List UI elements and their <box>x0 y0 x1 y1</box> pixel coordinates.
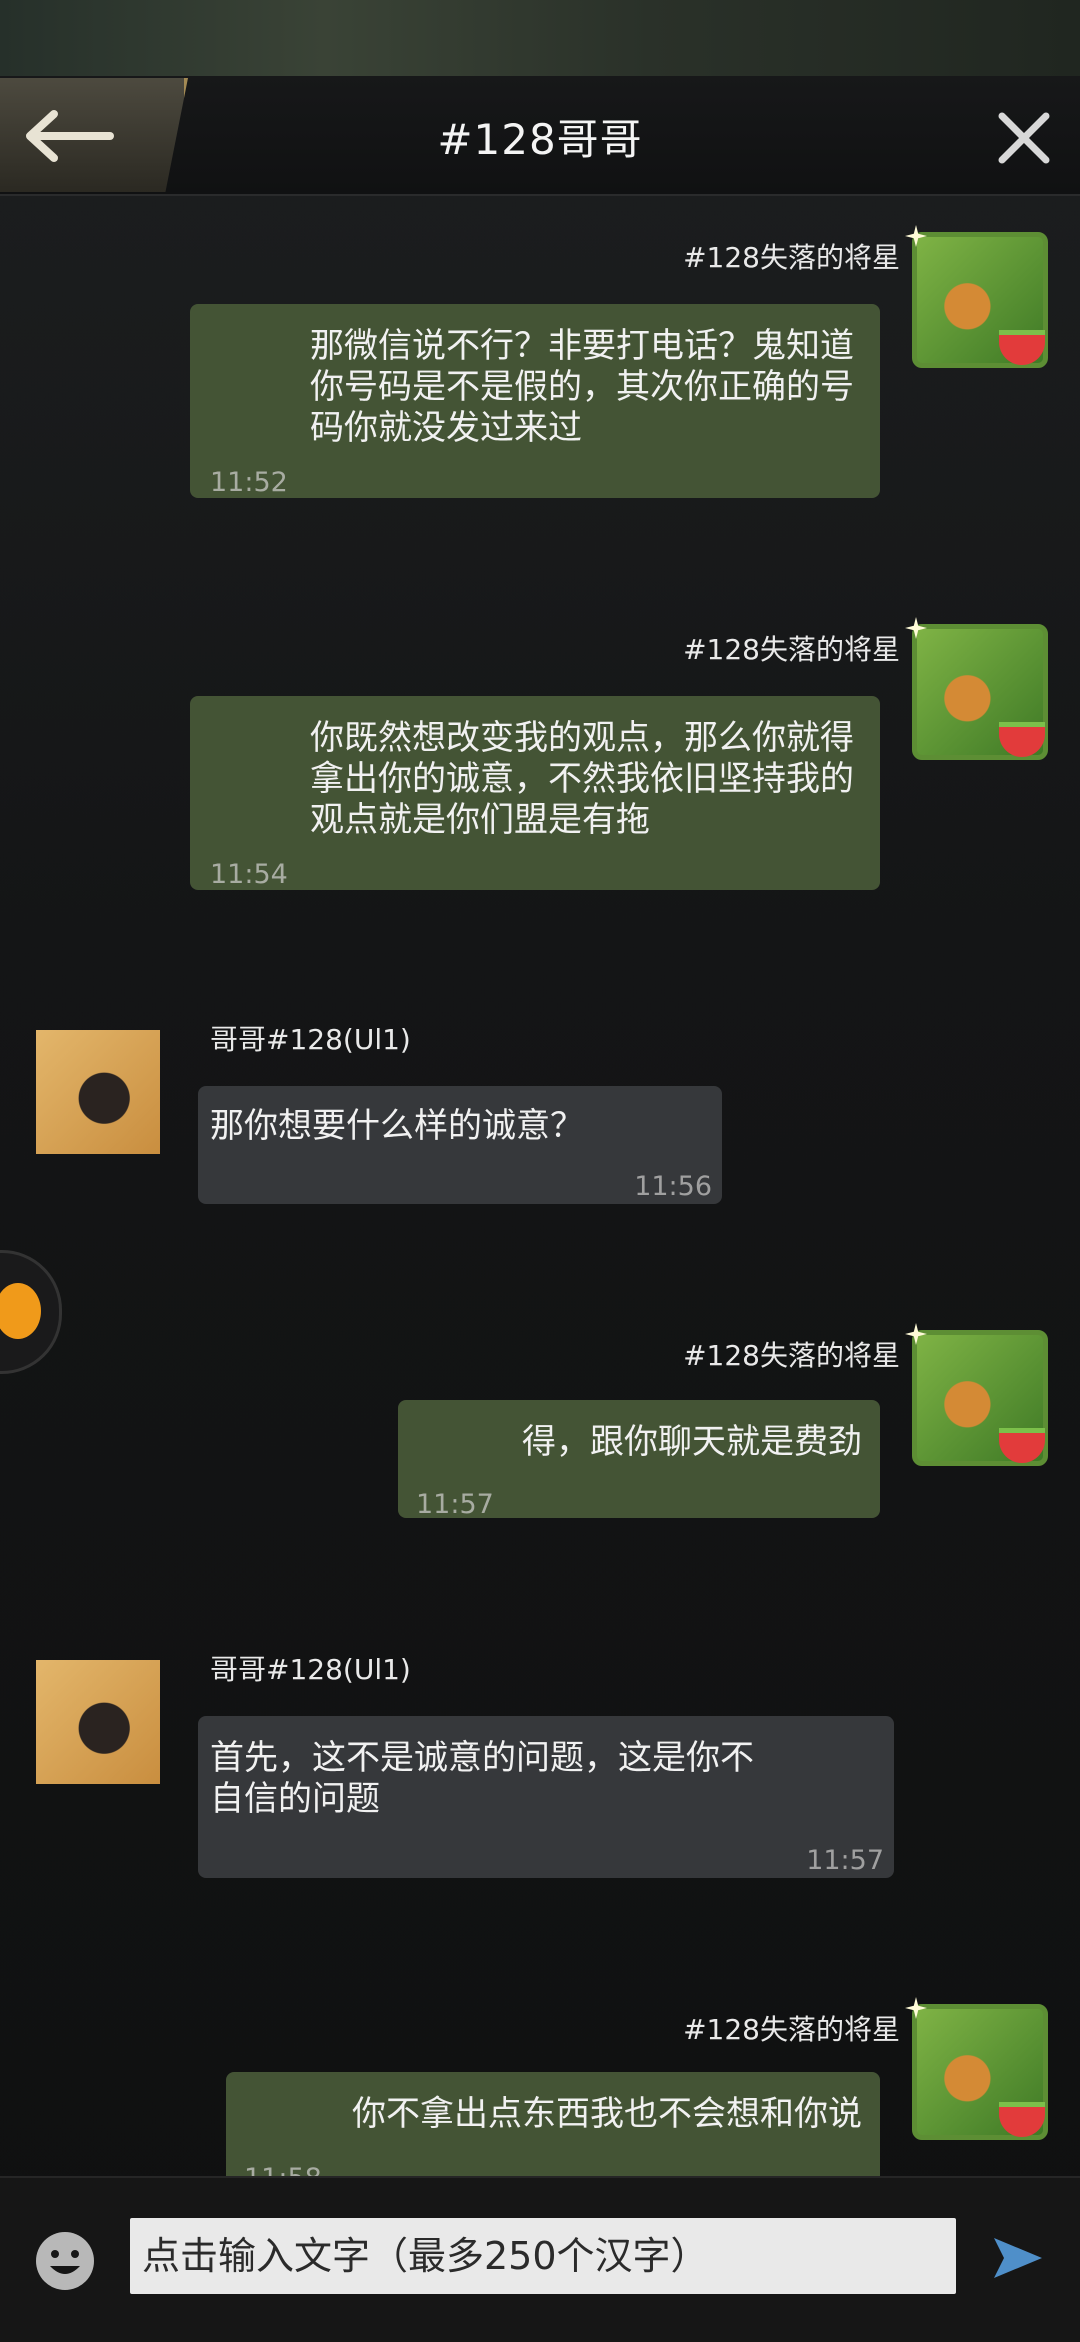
message-bubble[interactable]: 首先，这不是诚意的问题，这是你不 自信的问题 11:57 <box>198 1716 894 1878</box>
sender-name: #128失落的将星 <box>683 2013 900 2046</box>
avatar[interactable] <box>905 1997 1048 2140</box>
sparkle-icon <box>905 617 927 639</box>
avatar[interactable] <box>905 617 1048 760</box>
sender-name: #128失落的将星 <box>683 633 900 666</box>
chat-header: #128哥哥 <box>0 76 1080 196</box>
avatar[interactable] <box>905 1323 1048 1466</box>
message-text: 你既然想改变我的观点，那么你就得 拿出你的诚意，不然我依旧坚持我的 观点就是你们… <box>310 718 854 840</box>
send-icon[interactable] <box>990 2230 1046 2286</box>
sender-name: #128失落的将星 <box>683 241 900 274</box>
sparkle-icon <box>905 1997 927 2019</box>
message-time: 11:52 <box>210 467 288 498</box>
message-text: 那你想要什么样的诚意？ <box>210 1106 584 1146</box>
message-time: 11:57 <box>416 1489 494 1520</box>
message-bubble[interactable]: 你既然想改变我的观点，那么你就得 拿出你的诚意，不然我依旧坚持我的 观点就是你们… <box>190 696 880 890</box>
top-status-strip <box>0 0 1080 76</box>
message-time: 11:57 <box>806 1845 884 1876</box>
message-bubble[interactable]: 那你想要什么样的诚意？ 11:56 <box>198 1086 722 1204</box>
watermelon-icon <box>999 1428 1045 1463</box>
message-time: 11:56 <box>634 1171 712 1202</box>
watermelon-icon <box>999 722 1045 757</box>
message-text: 那微信说不行？非要打电话？鬼知道 你号码是不是假的，其次你正确的号 码你就没发过… <box>310 326 854 448</box>
sparkle-icon <box>905 225 927 247</box>
message-text: 首先，这不是诚意的问题，这是你不 自信的问题 <box>210 1738 754 1819</box>
message-bubble[interactable]: 那微信说不行？非要打电话？鬼知道 你号码是不是假的，其次你正确的号 码你就没发过… <box>190 304 880 498</box>
message-list[interactable]: #128失落的将星 那微信说不行？非要打电话？鬼知道 你号码是不是假的，其次你正… <box>0 196 1080 2176</box>
avatar[interactable] <box>905 225 1048 368</box>
sparkle-icon <box>905 1323 927 1345</box>
smiley-icon[interactable] <box>34 2230 96 2292</box>
watermelon-icon <box>999 330 1045 365</box>
page-title: #128哥哥 <box>437 115 643 164</box>
close-icon[interactable] <box>996 110 1052 166</box>
message-text: 你不拿出点东西我也不会想和你说 <box>352 2094 862 2134</box>
pet-icon <box>0 1283 41 1339</box>
chat-input[interactable] <box>130 2218 956 2294</box>
avatar[interactable] <box>36 1660 160 1784</box>
message-bubble[interactable]: 得，跟你聊天就是费劲 11:57 <box>398 1400 880 1520</box>
avatar[interactable] <box>36 1030 160 1154</box>
sender-name: 哥哥#128(Ul1) <box>210 1023 411 1056</box>
message-time: 11:58 <box>244 2158 322 2176</box>
message-text: 得，跟你聊天就是费劲 <box>522 1422 862 1462</box>
sender-name: 哥哥#128(Ul1) <box>210 1653 411 1686</box>
sender-name: #128失落的将星 <box>683 1339 900 1372</box>
input-bar <box>0 2176 1080 2342</box>
watermelon-icon <box>999 2102 1045 2137</box>
message-bubble[interactable]: 你不拿出点东西我也不会想和你说 11:58 <box>226 2072 880 2176</box>
message-time: 11:54 <box>210 859 288 890</box>
